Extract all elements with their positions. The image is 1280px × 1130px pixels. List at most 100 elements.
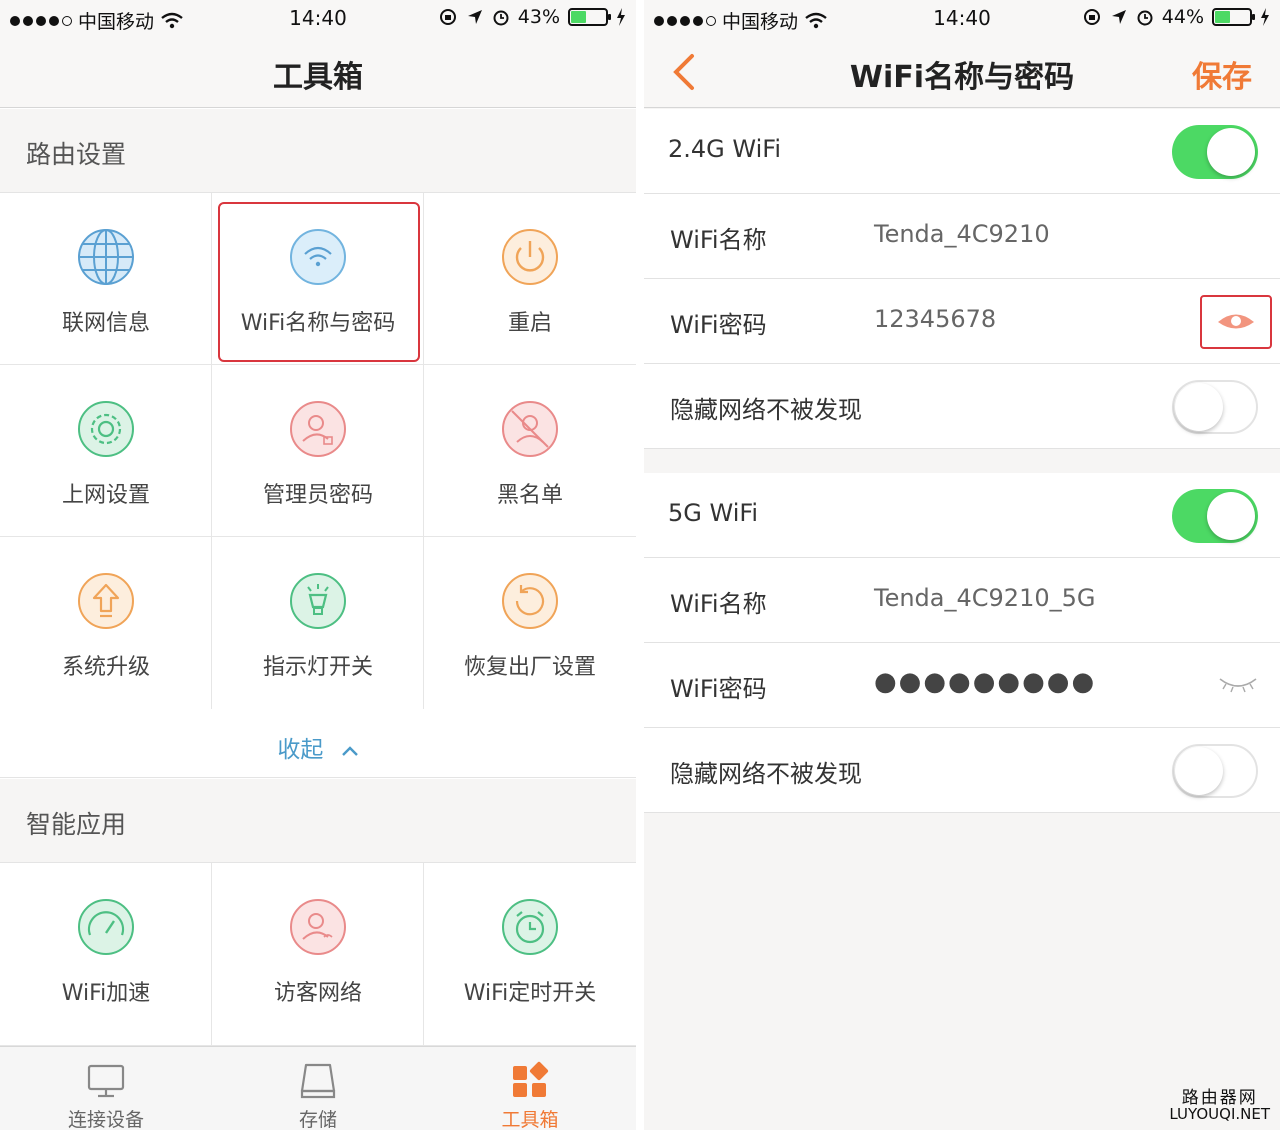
smart-apps-grid: WiFi加速 访客网络 WiFi定时开关: [0, 863, 636, 1046]
nav-bar: 工具箱: [0, 36, 636, 108]
password-label: WiFi密码: [670, 675, 767, 703]
gear-icon: [78, 401, 134, 457]
watermark-en: LUYOUQI.NET: [1169, 1105, 1270, 1123]
watermark-cn: 路由器网: [1181, 1088, 1258, 1108]
battery-icon: [568, 8, 611, 26]
ssid-24g-field[interactable]: Tenda_4C9210: [874, 220, 1050, 248]
ssid-label: WiFi名称: [670, 590, 767, 618]
show-password-button[interactable]: [1216, 671, 1260, 701]
tab-label: 工具箱: [501, 1109, 559, 1130]
location-icon: [1111, 10, 1126, 24]
toggle-knob: [1207, 492, 1255, 540]
section-header-smart: 智能应用: [0, 779, 636, 863]
tool-label: 管理员密码: [262, 483, 373, 508]
tool-label: WiFi加速: [61, 981, 151, 1006]
password-5g-field[interactable]: ●●●●●●●●●: [874, 667, 1096, 697]
tool-blacklist[interactable]: 黑名单: [424, 365, 636, 537]
tool-admin-password[interactable]: 管理员密码: [212, 365, 424, 537]
band-24g-toggle[interactable]: [1172, 125, 1258, 179]
screen-divider: [636, 0, 644, 1130]
show-password-button[interactable]: [1200, 295, 1272, 349]
password-24g-row: WiFi密码 12345678: [644, 279, 1280, 364]
upgrade-arrow-icon: [78, 573, 134, 629]
tool-label: 系统升级: [61, 655, 150, 680]
toolbox-icon: [513, 1061, 549, 1097]
tool-wifi-schedule[interactable]: WiFi定时开关: [424, 863, 636, 1046]
tool-label: 恢复出厂设置: [463, 655, 596, 680]
status-bar: 中国移动 14:40 43%: [0, 0, 636, 36]
ssid-24g-row: WiFi名称 Tenda_4C9210: [644, 194, 1280, 279]
rotation-lock-icon: [1083, 9, 1100, 25]
tool-label: 黑名单: [496, 483, 563, 508]
tool-guest-network[interactable]: 访客网络: [212, 863, 424, 1046]
tool-wifi-boost[interactable]: WiFi加速: [0, 863, 212, 1046]
save-button[interactable]: 保存: [1192, 52, 1252, 96]
storage-icon: [300, 1063, 336, 1099]
tool-label: WiFi定时开关: [463, 981, 597, 1006]
tool-label: 重启: [507, 311, 552, 336]
restore-icon: [502, 573, 558, 629]
password-5g-row: WiFi密码 ●●●●●●●●●: [644, 643, 1280, 728]
tool-internet-settings[interactable]: 上网设置: [0, 365, 212, 537]
eye-closed-icon: [1219, 678, 1257, 693]
status-bar: 中国移动 14:40 44%: [644, 0, 1280, 36]
battery-percent: 44%: [1161, 6, 1204, 28]
password-label: WiFi密码: [670, 311, 767, 339]
globe-icon: [78, 229, 134, 285]
admin-lock-icon: [290, 401, 346, 457]
tool-system-upgrade[interactable]: 系统升级: [0, 537, 212, 709]
ssid-label: WiFi名称: [670, 226, 767, 254]
location-icon: [467, 10, 482, 24]
status-right: 44%: [1082, 6, 1270, 28]
wifi-settings-screen: 中国移动 14:40 44% WiFi名称与密码 保存 2.4G WiFi Wi…: [644, 0, 1280, 1130]
hide-network-label: 隐藏网络不被发现: [670, 396, 862, 424]
tab-label: 连接设备: [67, 1109, 144, 1130]
toggle-knob: [1207, 128, 1255, 176]
hide-24g-row: 隐藏网络不被发现: [644, 364, 1280, 449]
indicator-light-icon: [290, 573, 346, 629]
tool-label: WiFi名称与密码: [240, 311, 396, 336]
ssid-5g-row: WiFi名称 Tenda_4C9210_5G: [644, 558, 1280, 643]
hide-24g-toggle[interactable]: [1172, 380, 1258, 434]
tab-bar: 连接设备 存储 工具箱: [0, 1046, 636, 1130]
router-settings-grid: 联网信息 WiFi名称与密码 重启 上网设置 管理员密码 黑名单 系统升级 指示…: [0, 193, 636, 712]
hide-5g-toggle[interactable]: [1172, 744, 1258, 798]
tool-factory-reset[interactable]: 恢复出厂设置: [424, 537, 636, 709]
power-icon: [502, 229, 558, 285]
tool-network-info[interactable]: 联网信息: [0, 193, 212, 365]
tab-connected-devices[interactable]: 连接设备: [0, 1047, 212, 1130]
speedometer-icon: [78, 899, 134, 955]
page-title: WiFi名称与密码: [849, 60, 1075, 95]
status-right: 43%: [438, 6, 626, 28]
page-title: 工具箱: [273, 60, 363, 95]
band-5g-toggle[interactable]: [1172, 489, 1258, 543]
band-5g-row: 5G WiFi: [644, 473, 1280, 558]
charging-icon: [617, 8, 625, 26]
charging-icon: [1261, 8, 1269, 26]
toggle-knob: [1175, 383, 1223, 431]
collapse-button[interactable]: 收起: [0, 712, 636, 778]
tool-label: 指示灯开关: [262, 655, 373, 680]
wifi-icon: [290, 229, 346, 285]
tool-label: 联网信息: [61, 311, 150, 336]
toolbox-screen: 中国移动 14:40 43% 工具箱 路由设置 联网信息 WiFi名称与密码 重…: [0, 0, 636, 1130]
section-header-router: 路由设置: [0, 109, 636, 193]
tool-indicator-light[interactable]: 指示灯开关: [212, 537, 424, 709]
band-5g-label: 5G WiFi: [668, 499, 759, 527]
band-24g-row: 2.4G WiFi: [644, 109, 1280, 194]
collapse-label: 收起: [277, 737, 324, 763]
tab-toolbox[interactable]: 工具箱: [424, 1047, 636, 1130]
alarm-icon: [1137, 10, 1153, 26]
tool-reboot[interactable]: 重启: [424, 193, 636, 365]
password-24g-field[interactable]: 12345678: [874, 305, 996, 333]
hide-5g-row: 隐藏网络不被发现: [644, 728, 1280, 813]
alarm-icon: [493, 10, 509, 26]
tab-storage[interactable]: 存储: [212, 1047, 424, 1130]
eye-open-icon: [1218, 314, 1254, 329]
blacklist-icon: [502, 401, 558, 457]
tool-wifi-name-password[interactable]: WiFi名称与密码: [212, 193, 424, 365]
tool-label: 访客网络: [273, 981, 362, 1006]
chevron-up-icon: [341, 746, 358, 756]
ssid-5g-field[interactable]: Tenda_4C9210_5G: [874, 584, 1095, 612]
watermark: 路由器网 LUYOUQI.NET: [1169, 1088, 1270, 1123]
